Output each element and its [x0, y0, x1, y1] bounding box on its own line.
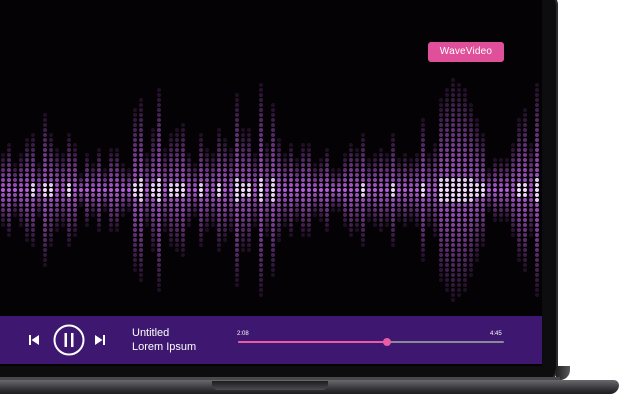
progress-slider[interactable] — [238, 338, 504, 346]
pause-circle-icon[interactable] — [53, 324, 85, 356]
laptop-base — [0, 377, 621, 399]
base-notch — [212, 381, 328, 390]
player-bar: Untitled Lorem Ipsum 2:08 4:45 — [0, 316, 542, 364]
current-time: 2:08 — [237, 331, 249, 337]
progress-handle[interactable] — [382, 338, 391, 346]
track-artist: Lorem Ipsum — [132, 341, 197, 353]
progress-fill — [238, 341, 387, 343]
skip-previous-icon[interactable] — [28, 334, 40, 346]
laptop-mockup: WaveVideo Untitled Lorem Ipsum 2:08 4:45 — [0, 0, 621, 402]
total-time: 4:45 — [490, 331, 502, 337]
skip-next-icon[interactable] — [94, 334, 106, 346]
track-title: Untitled — [132, 327, 170, 339]
screen: WaveVideo Untitled Lorem Ipsum 2:08 4:45 — [0, 0, 542, 366]
brand-badge: WaveVideo — [428, 42, 504, 62]
